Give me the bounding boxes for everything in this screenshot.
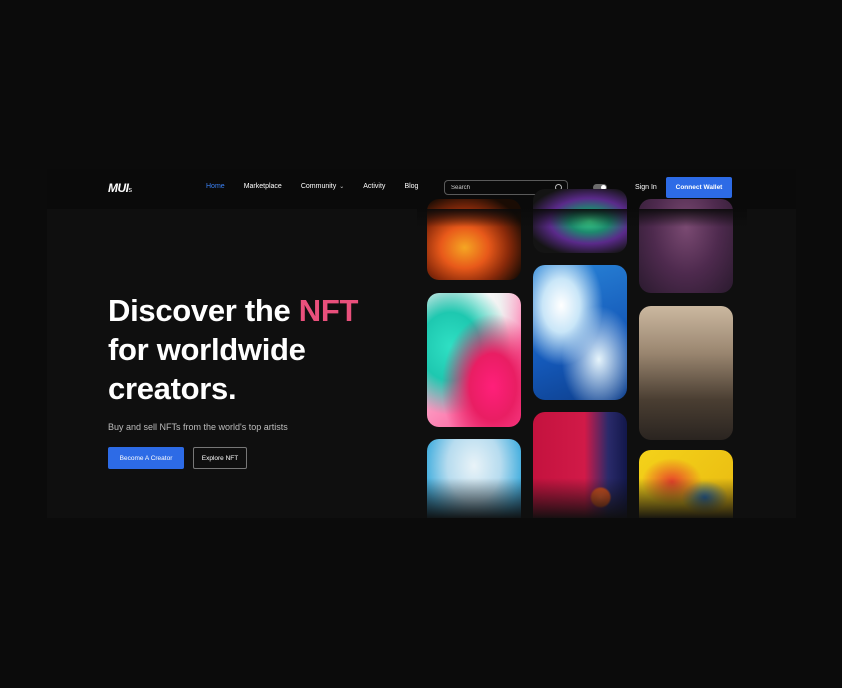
nav-activity[interactable]: Activity <box>363 183 385 190</box>
nft-tile-fire-art[interactable] <box>427 199 521 280</box>
nav-links: Home Marketplace Community ⌄ Activity Blo… <box>206 183 437 190</box>
nft-tile-red-orb-art[interactable] <box>533 412 627 518</box>
hero-title-line2: for worldwide <box>108 332 306 367</box>
hero-subtitle: Buy and sell NFTs from the world's top a… <box>108 422 288 432</box>
nav-community[interactable]: Community ⌄ <box>301 183 344 190</box>
explore-nft-button[interactable]: Explore NFT <box>193 447 247 469</box>
nft-tile-blue-ice-art[interactable] <box>533 265 627 400</box>
search-input[interactable] <box>445 183 553 192</box>
hero-title: Discover the NFT for worldwide creators. <box>108 291 358 408</box>
hero-title-accent: NFT <box>298 293 359 328</box>
nft-tile-icy-white-art[interactable] <box>427 439 521 518</box>
nft-tile-purple-abstract-art[interactable] <box>639 199 733 293</box>
chevron-down-icon: ⌄ <box>339 184 345 190</box>
connect-wallet-button[interactable]: Connect Wallet <box>666 177 732 198</box>
become-creator-button[interactable]: Become A Creator <box>108 447 184 469</box>
hero-title-part1: Discover the <box>108 293 299 328</box>
nft-tile-green-swirl-art[interactable] <box>533 189 627 253</box>
nav-marketplace[interactable]: Marketplace <box>244 183 282 190</box>
logo[interactable]: MUIs <box>108 181 132 195</box>
nav-community-label: Community <box>300 183 337 190</box>
nft-tile-pink-teal-fluid-art[interactable] <box>427 293 521 427</box>
app-frame: MUIs Home Marketplace Community ⌄ Activit… <box>47 169 796 518</box>
hero-title-line3: creators. <box>108 371 237 406</box>
nft-tile-yellow-paint-art[interactable] <box>639 450 733 518</box>
sign-in-link[interactable]: Sign In <box>635 184 657 191</box>
nav-home[interactable]: Home <box>206 183 225 190</box>
nav-blog[interactable]: Blog <box>404 183 418 190</box>
nft-tile-misty-forest-art[interactable] <box>639 306 733 440</box>
